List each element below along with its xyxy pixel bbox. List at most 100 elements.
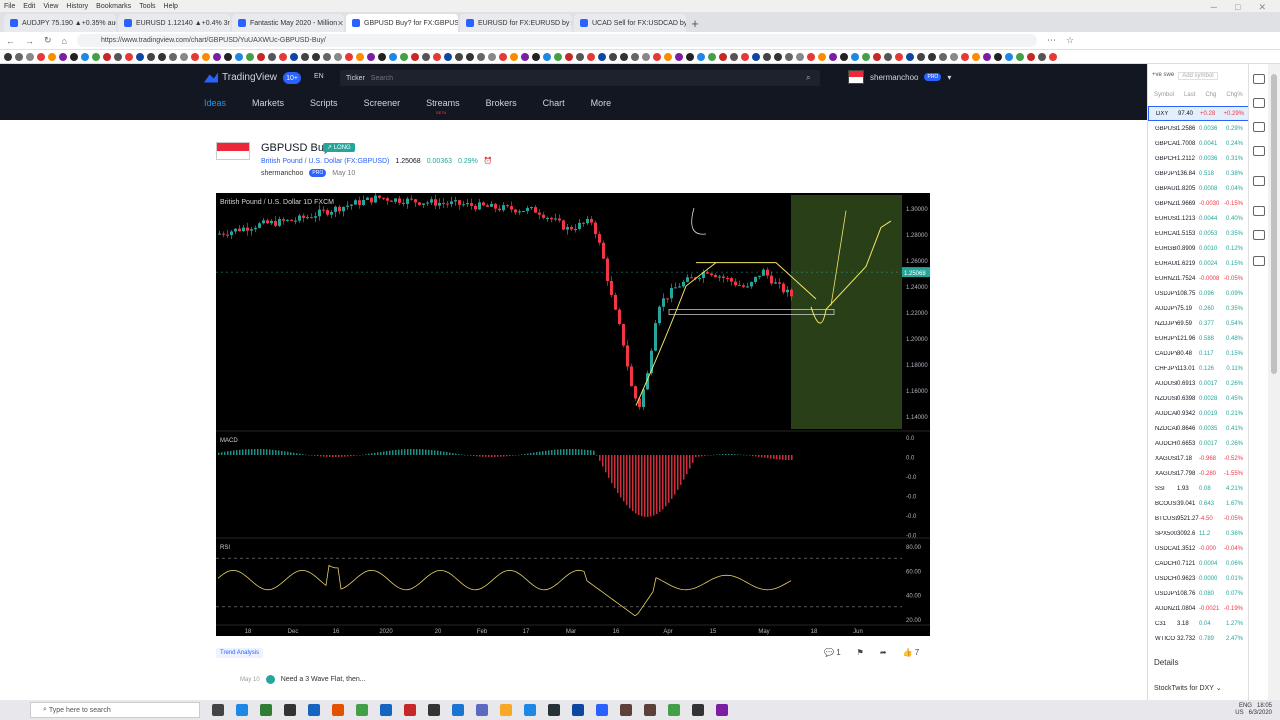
watchlist-row[interactable]: CADCHF0.71210.0004 0.06% (1148, 556, 1249, 571)
flag-icon[interactable]: ⚑ (857, 648, 864, 657)
new-tab-button[interactable]: + (688, 14, 702, 32)
taskbar-app-icon[interactable] (404, 704, 416, 716)
watchlist-col-chg[interactable]: Chg (1205, 92, 1216, 98)
bookmark-icon[interactable] (378, 52, 386, 61)
tab-close-icon[interactable]: ✕ (337, 19, 344, 28)
bookmark-icon[interactable] (290, 52, 298, 61)
bookmark-icon[interactable] (477, 52, 485, 61)
bookmark-icon[interactable] (235, 52, 243, 61)
close-window-icon[interactable]: ✕ (1258, 2, 1266, 13)
bookmark-icon[interactable] (1027, 52, 1035, 61)
add-symbol-input[interactable]: Add symbol (1178, 72, 1218, 80)
taskbar-app-icon[interactable] (500, 704, 512, 716)
taskbar-app-icon[interactable] (212, 704, 224, 716)
bookmark-icon[interactable] (125, 52, 133, 61)
bookmark-icon[interactable] (367, 52, 375, 61)
chevron-down-icon[interactable]: ▾ (947, 73, 951, 82)
taskbar-app-icon[interactable] (380, 704, 392, 716)
bookmark-icon[interactable] (906, 52, 914, 61)
chart-canvas[interactable]: 1.30000 1.28000 1.26000 1.24000 1.22000 1.200… (216, 193, 930, 636)
bookmark-icon[interactable] (807, 52, 815, 61)
bookmark-icon[interactable] (202, 52, 210, 61)
bookmark-icon[interactable] (103, 52, 111, 61)
bookmark-icon[interactable] (4, 52, 12, 61)
bookmark-icon[interactable] (862, 52, 870, 61)
watchlist-row[interactable]: USDJPY 108.75 0.096 0.09% (1148, 286, 1249, 301)
menu-history[interactable]: History (66, 3, 88, 10)
bookmark-icon[interactable] (92, 52, 100, 61)
taskbar-app-icon[interactable] (572, 704, 584, 716)
bookmark-icon[interactable] (631, 52, 639, 61)
notifications-icon[interactable] (1253, 230, 1265, 240)
bookmark-icon[interactable] (873, 52, 881, 61)
stocktwits-section[interactable]: StockTwits for DXY ⌄ (1154, 684, 1222, 692)
bookmark-icon[interactable] (961, 52, 969, 61)
bookmark-icon[interactable] (400, 52, 408, 61)
watchlist-row[interactable]: NZDUSD0.63980.0028 0.45% (1148, 391, 1249, 406)
watchlist-col-symbol[interactable]: Symbol (1154, 92, 1174, 98)
watchlist-row[interactable]: GBPCHF1.2112 0.0036 0.31% (1148, 151, 1249, 166)
bookmark-icon[interactable] (840, 52, 848, 61)
tray-time[interactable]: 18:05 (1257, 703, 1272, 709)
watchlist-row[interactable]: EURNZD1.7524-0.0008-0.05% (1148, 271, 1249, 286)
bookmark-icon[interactable] (411, 52, 419, 61)
taskbar-app-icon[interactable] (716, 704, 728, 716)
menu-edit[interactable]: Edit (23, 3, 35, 10)
watchlist-row[interactable]: EURUSD1.12130.0044 0.40% (1148, 211, 1249, 226)
forward-icon[interactable]: → (25, 36, 34, 46)
bookmark-icon[interactable] (774, 52, 782, 61)
bookmark-icon[interactable] (719, 52, 727, 61)
price-chart[interactable]: 1.30000 1.28000 1.26000 1.24000 1.22000 1.200… (216, 193, 930, 636)
bookmark-icon[interactable] (994, 52, 1002, 61)
watchlist-row[interactable]: SPX500 3092.6 11.2 0.36% (1148, 526, 1249, 541)
details-section[interactable]: Details (1154, 658, 1178, 667)
bookmark-icon[interactable] (191, 52, 199, 61)
bookmark-icon[interactable] (114, 52, 122, 61)
watchlist-row[interactable]: GBPAUD1.82050.0008 0.04% (1148, 181, 1249, 196)
bookmark-icon[interactable] (279, 52, 287, 61)
bookmark-icon[interactable] (543, 52, 551, 61)
calendar-icon[interactable] (1253, 146, 1265, 156)
bookmark-icon[interactable] (928, 52, 936, 61)
watchlist-icon[interactable] (1253, 74, 1265, 84)
back-icon[interactable]: ← (6, 36, 15, 46)
taskbar-app-icon[interactable] (260, 704, 272, 716)
menu-bookmarks[interactable]: Bookmarks (96, 3, 131, 10)
nav-ideas[interactable]: Ideas (204, 98, 226, 108)
nav-screener[interactable]: Screener (364, 98, 401, 108)
bookmark-icon[interactable] (752, 52, 760, 61)
bookmark-icon[interactable] (576, 52, 584, 61)
watchlist-row[interactable]: C31 3.18 0.04 1.27% (1148, 616, 1249, 631)
menu-view[interactable]: View (43, 3, 58, 10)
chat-icon[interactable] (1253, 206, 1265, 216)
bookmark-icon[interactable] (598, 52, 606, 61)
bookmark-icon[interactable] (884, 52, 892, 61)
bookmark-icon[interactable] (818, 52, 826, 61)
alert-icon[interactable]: ⏰ (484, 157, 493, 165)
taskbar-app-icon[interactable] (692, 704, 704, 716)
watchlist-col-chg-pct[interactable]: Chg% (1226, 92, 1242, 98)
taskbar-app-icon[interactable] (284, 704, 296, 716)
bookmark-icon[interactable] (345, 52, 353, 61)
bookmark-icon[interactable] (565, 52, 573, 61)
nav-chart[interactable]: Chart (543, 98, 565, 108)
ticker-label[interactable]: Ticker (346, 75, 365, 82)
ticker-search[interactable]: Ticker (340, 70, 820, 86)
bookmark-icon[interactable] (708, 52, 716, 61)
watchlist-row[interactable]: AUDCHF0.66530.0017 0.26% (1148, 436, 1249, 451)
watchlist-row[interactable]: SSI 1.93 0.08 4.21% (1148, 481, 1249, 496)
taskbar-search[interactable]: ⌕ Type here to search (30, 702, 200, 718)
bookmark-icon[interactable] (510, 52, 518, 61)
trend-analysis-tag[interactable]: Trend Analysis (216, 648, 264, 658)
comment-button[interactable]: 💬 1 (824, 648, 841, 657)
browser-tab[interactable]: AUDJPY 75.190 ▲+0.35% audjpy✕ (4, 14, 116, 32)
watchlist-row[interactable]: USDCAD1.3512-0.000 -0.04% (1148, 541, 1249, 556)
watchlist-row[interactable]: CHFJPY 113.01 0.126 0.11% (1148, 361, 1249, 376)
watchlist-row[interactable]: EURCAD1.51530.0053 0.35% (1148, 226, 1249, 241)
bookmark-icon[interactable] (895, 52, 903, 61)
bookmark-icon[interactable] (169, 52, 177, 61)
bookmark-icon[interactable] (653, 52, 661, 61)
bookmark-icon[interactable] (466, 52, 474, 61)
author-name[interactable]: shermanchoo (261, 170, 303, 177)
bookmark-icon[interactable] (158, 52, 166, 61)
